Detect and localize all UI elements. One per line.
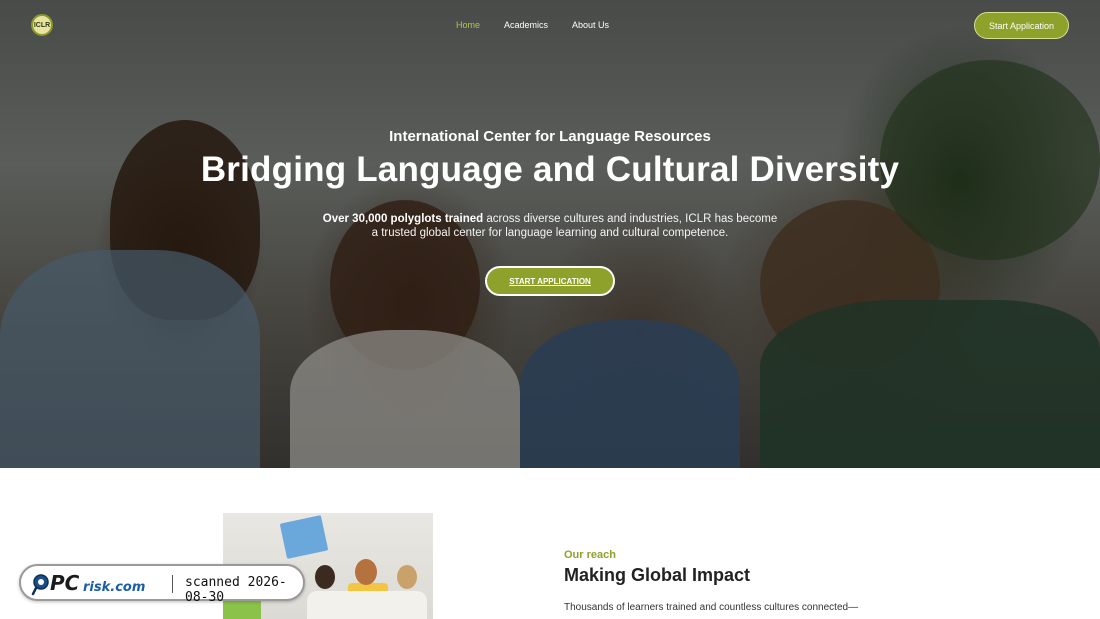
hero-start-application-button[interactable]: START APPLICATION: [485, 266, 615, 296]
reach-text: Thousands of learners trained and countl…: [564, 602, 859, 619]
photo-child-3: [397, 565, 417, 589]
nav-link-academics[interactable]: Academics: [504, 20, 548, 30]
watermark-scan-text: scanned 2026-08-30: [185, 575, 287, 605]
reach-title: Making Global Impact: [564, 565, 751, 585]
pcrisk-logo-rest: risk.com: [83, 580, 145, 595]
pcrisk-logo: PC risk.com: [31, 571, 145, 596]
site-logo[interactable]: ICLR: [31, 14, 53, 36]
hero-description: Over 30,000 polyglots trained across div…: [320, 212, 780, 240]
reach-kicker: Our reach: [564, 549, 616, 561]
nav-link-home[interactable]: Home: [456, 20, 480, 30]
photo-child-2: [355, 559, 377, 585]
nav-links: Home Academics About Us: [456, 20, 609, 30]
top-navigation: ICLR Home Academics About Us Start Appli…: [0, 0, 1100, 52]
pcrisk-logo-pc: PC: [50, 571, 80, 595]
photo-child-body: [307, 591, 427, 619]
hero-title: Bridging Language and Cultural Diversity: [200, 150, 900, 189]
hero-description-strong: Over 30,000 polyglots trained: [322, 213, 484, 225]
photo-child-1: [315, 565, 335, 589]
speech-bubble-blue: [279, 515, 329, 559]
logo-text: ICLR: [33, 21, 51, 29]
nav-start-application-button[interactable]: Start Application: [974, 12, 1069, 39]
nav-link-about-us[interactable]: About Us: [572, 20, 609, 30]
pcrisk-watermark: PC risk.com scanned 2026-08-30: [19, 564, 305, 605]
watermark-separator: [172, 575, 173, 593]
hero-kicker: International Center for Language Resour…: [389, 128, 711, 145]
